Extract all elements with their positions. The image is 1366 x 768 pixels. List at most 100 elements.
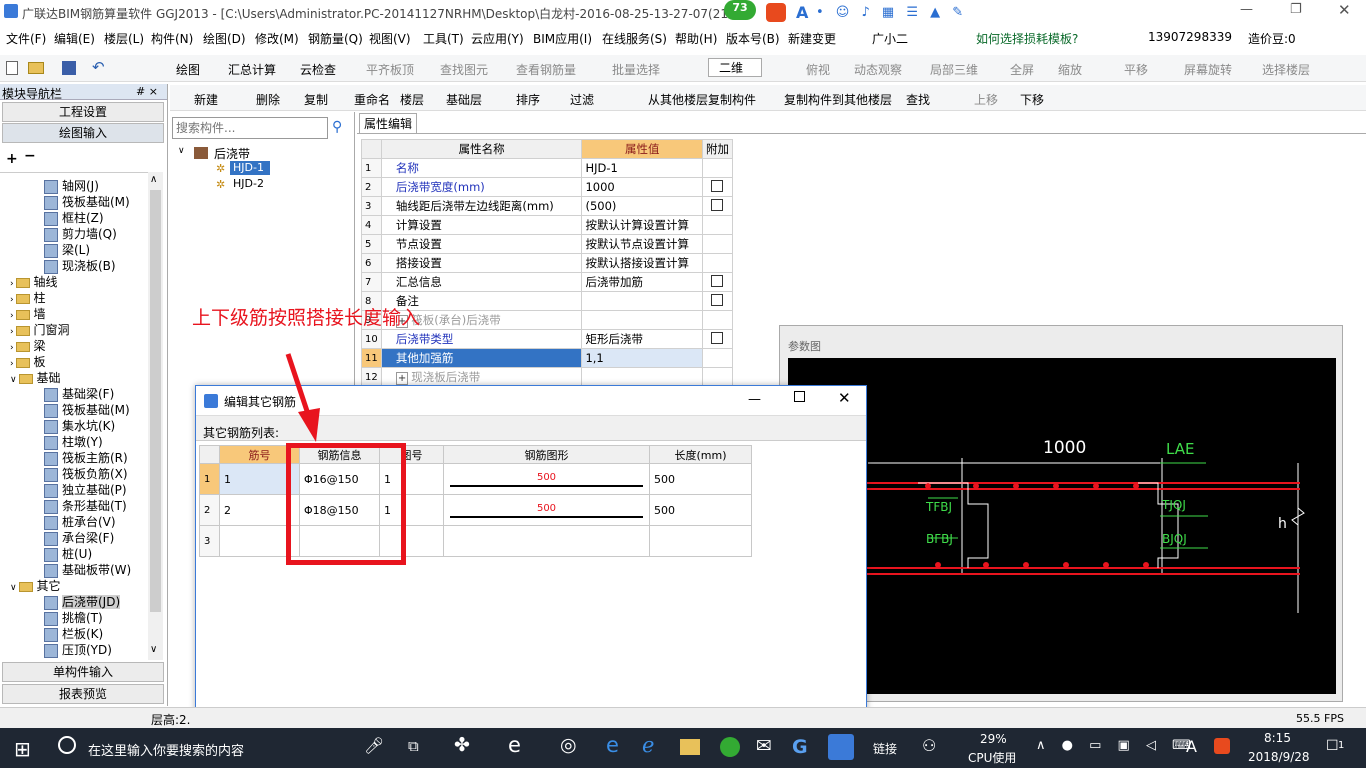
toolbar1-item-15[interactable]: 选择楼层 bbox=[1262, 61, 1310, 78]
search-icon[interactable]: ⚲ bbox=[332, 119, 342, 135]
new-file-icon[interactable] bbox=[6, 61, 18, 75]
swirl-app-icon[interactable]: ◎ bbox=[560, 734, 577, 756]
toolbar1-item-7[interactable]: 二维 bbox=[708, 58, 763, 77]
attach-checkbox[interactable] bbox=[711, 293, 724, 306]
expand-open-icon[interactable]: ∨ bbox=[10, 583, 19, 593]
green-app-icon[interactable] bbox=[720, 737, 740, 757]
people-icon[interactable]: ⚇ bbox=[922, 736, 936, 755]
single-component-input-button[interactable]: 单构件输入 bbox=[2, 662, 164, 682]
toolbar2-item-6[interactable]: 排序 bbox=[516, 91, 540, 108]
nav-tree-item[interactable]: 筏板负筋(X) bbox=[44, 465, 128, 482]
nav-tree-item[interactable]: ∨ 其它 bbox=[10, 577, 60, 594]
menu-item-3[interactable]: 构件(N) bbox=[151, 30, 193, 47]
menu-item-5[interactable]: 修改(M) bbox=[255, 30, 299, 47]
report-preview-button[interactable]: 报表预览 bbox=[2, 684, 164, 704]
toolbar2-item-9[interactable]: 复制构件到其他楼层 bbox=[784, 91, 892, 108]
prop-value[interactable]: 矩形后浇带 bbox=[581, 329, 703, 349]
prop-row[interactable]: 12 + 现浇板后浇带 bbox=[361, 367, 734, 387]
nav-tree-item[interactable]: 后浇带(JD) bbox=[44, 593, 121, 610]
component-item-hjd-1[interactable]: HJD-1 bbox=[230, 161, 270, 175]
prop-row[interactable]: 11 其他加强筋 1,1 bbox=[361, 348, 734, 368]
prop-value[interactable]: 按默认节点设置计算 bbox=[581, 234, 703, 254]
taskbar-link-label[interactable]: 链接 bbox=[873, 740, 897, 757]
nav-tree-item[interactable]: 承台梁(F) bbox=[44, 529, 114, 546]
menu-item-1[interactable]: 编辑(E) bbox=[54, 30, 95, 47]
nav-tree-item[interactable]: 现浇板(B) bbox=[44, 257, 116, 274]
nav-scrollbar[interactable]: ∧ ∨ bbox=[148, 172, 163, 660]
toolbar2-item-4[interactable]: 楼层 bbox=[400, 91, 424, 108]
rebar-row[interactable]: 1 1 Φ16@150 1 500 500 bbox=[199, 463, 752, 495]
menu-item-6[interactable]: 钢筋量(Q) bbox=[308, 30, 363, 47]
nav-tree-item[interactable]: › 门窗洞 bbox=[10, 321, 69, 338]
nav-tree-item[interactable]: › 板 bbox=[10, 353, 45, 370]
save-icon[interactable] bbox=[62, 61, 76, 75]
attach-checkbox[interactable] bbox=[711, 274, 724, 287]
menu-item-14[interactable]: 新建变更 bbox=[788, 30, 836, 47]
toolbar2-item-8[interactable]: 从其他楼层复制构件 bbox=[648, 91, 756, 108]
expand-open-icon[interactable]: ∨ bbox=[10, 375, 19, 385]
prop-row[interactable]: 6 搭接设置 按默认搭接设置计算 bbox=[361, 253, 734, 273]
nav-tree-item[interactable]: 基础板带(W) bbox=[44, 561, 131, 578]
prop-name-cell[interactable]: 名称 bbox=[380, 158, 583, 178]
clock-time[interactable]: 8:15 bbox=[1264, 731, 1291, 745]
tray-icons[interactable]: ∧ ● ▭ ▣ ◁ ⌨ bbox=[1036, 738, 1197, 753]
toolbar2-item-2[interactable]: 复制 bbox=[304, 91, 328, 108]
toolbar1-item-8[interactable]: 俯视 bbox=[806, 61, 830, 78]
menu-item-12[interactable]: 帮助(H) bbox=[675, 30, 717, 47]
rebar-row[interactable]: 2 2 Φ18@150 1 500 500 bbox=[199, 494, 752, 526]
glodon-taskbar-icon[interactable] bbox=[828, 734, 854, 760]
toolbar2-item-5[interactable]: 基础层 bbox=[446, 91, 482, 108]
toolbar2-item-10[interactable]: 查找 bbox=[906, 91, 930, 108]
prop-value[interactable] bbox=[581, 367, 703, 387]
menu-item-8[interactable]: 工具(T) bbox=[423, 30, 464, 47]
toolbar1-item-3[interactable]: 平齐板顶 bbox=[366, 61, 414, 78]
g-app-icon[interactable]: G bbox=[792, 736, 808, 758]
prop-row[interactable]: 10 后浇带类型 矩形后浇带 bbox=[361, 329, 734, 349]
prop-value[interactable]: 按默认搭接设置计算 bbox=[581, 253, 703, 273]
nav-tree-item[interactable]: 柱墩(Y) bbox=[44, 433, 103, 450]
toolbar2-item-7[interactable]: 过滤 bbox=[570, 91, 594, 108]
microphone-icon[interactable]: 🎤︎ bbox=[364, 736, 384, 755]
nav-tree-item[interactable]: 剪力墙(Q) bbox=[44, 225, 117, 242]
explorer-folder-icon[interactable] bbox=[680, 739, 700, 755]
taskbar-search-input[interactable]: 在这里输入你要搜索的内容 bbox=[88, 740, 244, 759]
rebar-shape-cell[interactable]: 500 bbox=[443, 463, 650, 495]
nav-scroll-up[interactable]: ∧ bbox=[150, 174, 157, 185]
mail-icon[interactable]: ✉ bbox=[756, 735, 772, 757]
clock-date[interactable]: 2018/9/28 bbox=[1248, 750, 1310, 764]
toolbar2-item-0[interactable]: 新建 bbox=[194, 91, 218, 108]
nav-tree-item[interactable]: 梁(L) bbox=[44, 241, 90, 258]
toolbar2-item-3[interactable]: 重命名 bbox=[354, 91, 390, 108]
nav-tree-item[interactable]: 独立基础(P) bbox=[44, 481, 127, 498]
prop-value[interactable] bbox=[581, 291, 703, 311]
open-file-icon[interactable] bbox=[28, 62, 44, 74]
nav-tree-item[interactable]: › 轴线 bbox=[10, 273, 57, 290]
fan-icon[interactable]: ✤ bbox=[454, 734, 470, 756]
menu-phone[interactable]: 13907298339 bbox=[1148, 30, 1232, 44]
attach-checkbox[interactable] bbox=[711, 179, 724, 192]
tray-ime-letter[interactable]: A bbox=[1186, 737, 1197, 756]
prop-row[interactable]: 7 汇总信息 后浇带加筋 bbox=[361, 272, 734, 292]
nav-tree-item[interactable]: 筏板主筋(R) bbox=[44, 449, 128, 466]
prop-row[interactable]: 1 名称 HJD-1 bbox=[361, 158, 734, 178]
prop-name-cell[interactable]: 后浇带类型 bbox=[380, 329, 583, 349]
toolbar1-item-13[interactable]: 平移 bbox=[1124, 61, 1148, 78]
rebar-row[interactable]: 3 bbox=[199, 525, 752, 557]
dialog-maximize-button[interactable] bbox=[794, 391, 805, 402]
nav-tree-item[interactable]: 筏板基础(M) bbox=[44, 193, 130, 210]
prop-row[interactable]: 5 节点设置 按默认节点设置计算 bbox=[361, 234, 734, 254]
nav-tree-item[interactable]: 挑檐(T) bbox=[44, 609, 103, 626]
minimize-button[interactable]: — bbox=[1240, 2, 1253, 17]
nav-tree-item[interactable]: 桩承台(V) bbox=[44, 513, 116, 530]
menu-item-15[interactable]: 广小二 bbox=[872, 30, 908, 47]
nav-tree-item[interactable]: › 梁 bbox=[10, 337, 45, 354]
nav-scroll-down[interactable]: ∨ bbox=[150, 644, 157, 655]
notification-badge[interactable]: 73 bbox=[724, 0, 756, 20]
undo-icon[interactable]: ↶ bbox=[92, 58, 105, 76]
nav-tree-item[interactable]: 筏板基础(M) bbox=[44, 401, 130, 418]
prop-value[interactable]: 1,1 bbox=[581, 348, 703, 368]
maximize-button[interactable]: ❐ bbox=[1290, 2, 1302, 17]
prop-name-cell[interactable]: 轴线距后浇带左边线距离(mm) bbox=[380, 196, 583, 216]
nav-tree-item[interactable]: › 柱 bbox=[10, 289, 45, 306]
toolbar2-item-1[interactable]: 删除 bbox=[256, 91, 280, 108]
